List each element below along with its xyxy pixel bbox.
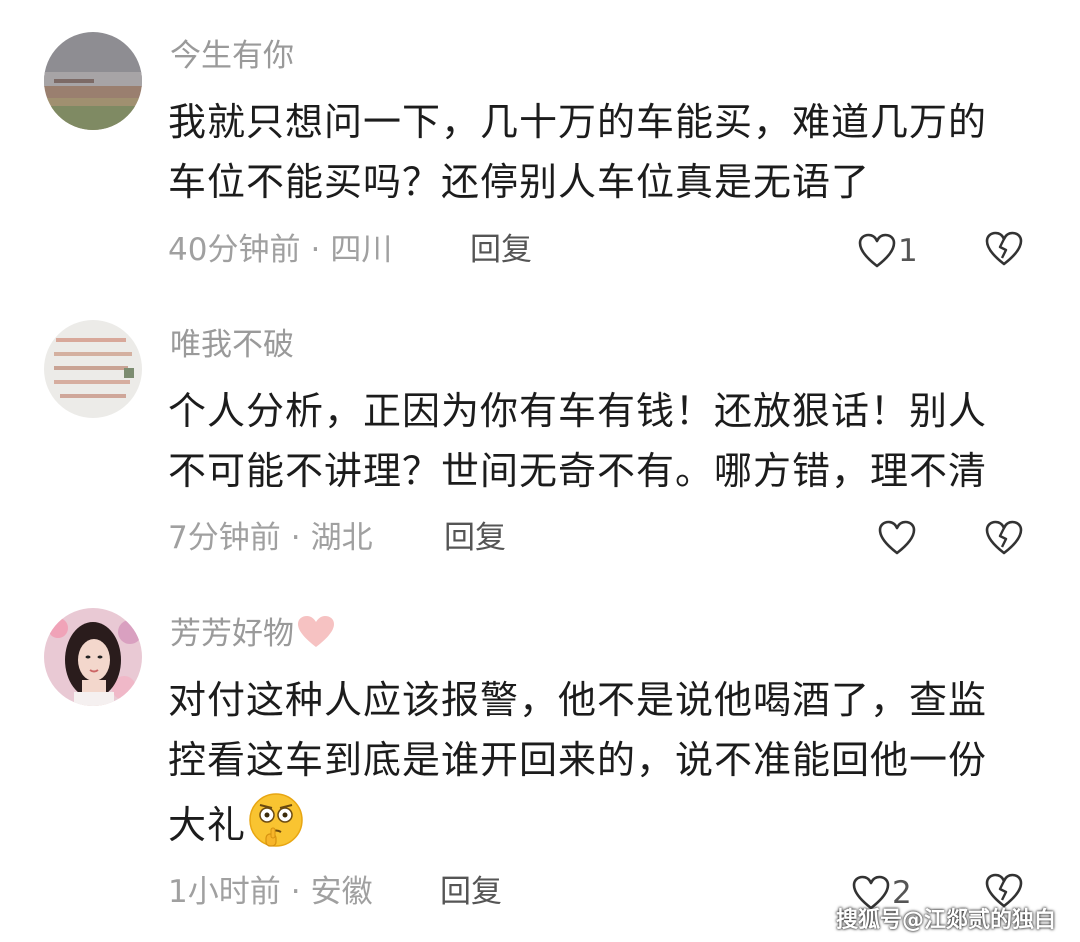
location: 四川 [330,232,393,268]
reply-button[interactable]: 回复 [470,230,532,270]
username[interactable]: 今生有你 [170,36,294,76]
comment-text: 对付这种人应该报警，他不是说他喝酒了，查监 控看这车到底是谁开回来的，说不准能回… [168,670,1038,867]
separator-dot: · [290,520,301,556]
like-button[interactable] [878,520,918,556]
comment-text: 个人分析，正因为你有车有钱！还放狠话！别人 不可能不讲理？世间无奇不有。哪方错，… [168,381,1038,501]
comment-text-line: 不可能不讲理？世间无奇不有。哪方错，理不清 [168,449,988,493]
dislike-button[interactable] [985,520,1023,560]
comment-text-line: 大礼 [168,790,1038,867]
username-text: 芳芳好物 [170,616,294,652]
comment-meta: 40分钟前 · 四川 [168,230,392,270]
comment-text-line: 我就只想问一下，几十万的车能买，难道几万的 [168,100,988,144]
comment-meta: 7分钟前 · 湖北 [168,518,373,558]
location: 安徽 [310,874,373,910]
heart-outline-icon [878,520,916,555]
watermark: 搜狐号@江郯贰的独白 [835,908,1056,933]
separator-dot: · [290,874,301,910]
dislike-button[interactable] [985,231,1023,271]
separator-dot: · [310,232,321,268]
location: 湖北 [310,520,373,556]
comment-text-line: 控看这车到底是谁开回来的，说不准能回他一份 [168,738,988,782]
comment-text-line: 个人分析，正因为你有车有钱！还放狠话！别人 [168,389,988,433]
pink-heart-icon [296,614,336,660]
like-button[interactable]: 1 [858,231,918,271]
like-count: 1 [898,233,918,269]
username[interactable]: 唯我不破 [170,325,294,365]
avatar[interactable] [44,32,142,130]
avatar[interactable] [44,320,142,418]
comment-meta: 1小时前 · 安徽 [168,872,373,912]
comment-text-fragment: 大礼 [168,803,247,847]
avatar-image [44,320,142,418]
comment-text: 我就只想问一下，几十万的车能买，难道几万的 车位不能买吗？还停别人车位真是无语了 [168,92,1038,212]
timestamp: 1小时前 [168,874,281,910]
comment-text-line: 对付这种人应该报警，他不是说他喝酒了，查监 [168,678,988,722]
avatar-image [44,608,142,706]
avatar-image [44,32,142,130]
broken-heart-icon [985,231,1023,266]
username[interactable]: 芳芳好物 [170,614,336,660]
avatar[interactable] [44,608,142,706]
comment-text-line: 车位不能买吗？还停别人车位真是无语了 [168,160,871,204]
timestamp: 7分钟前 [168,520,281,556]
thinking-face-icon [246,790,306,867]
reply-button[interactable]: 回复 [444,518,506,558]
heart-outline-icon [858,233,896,268]
reply-button[interactable]: 回复 [440,872,502,912]
broken-heart-icon [985,520,1023,555]
timestamp: 40分钟前 [168,232,301,268]
